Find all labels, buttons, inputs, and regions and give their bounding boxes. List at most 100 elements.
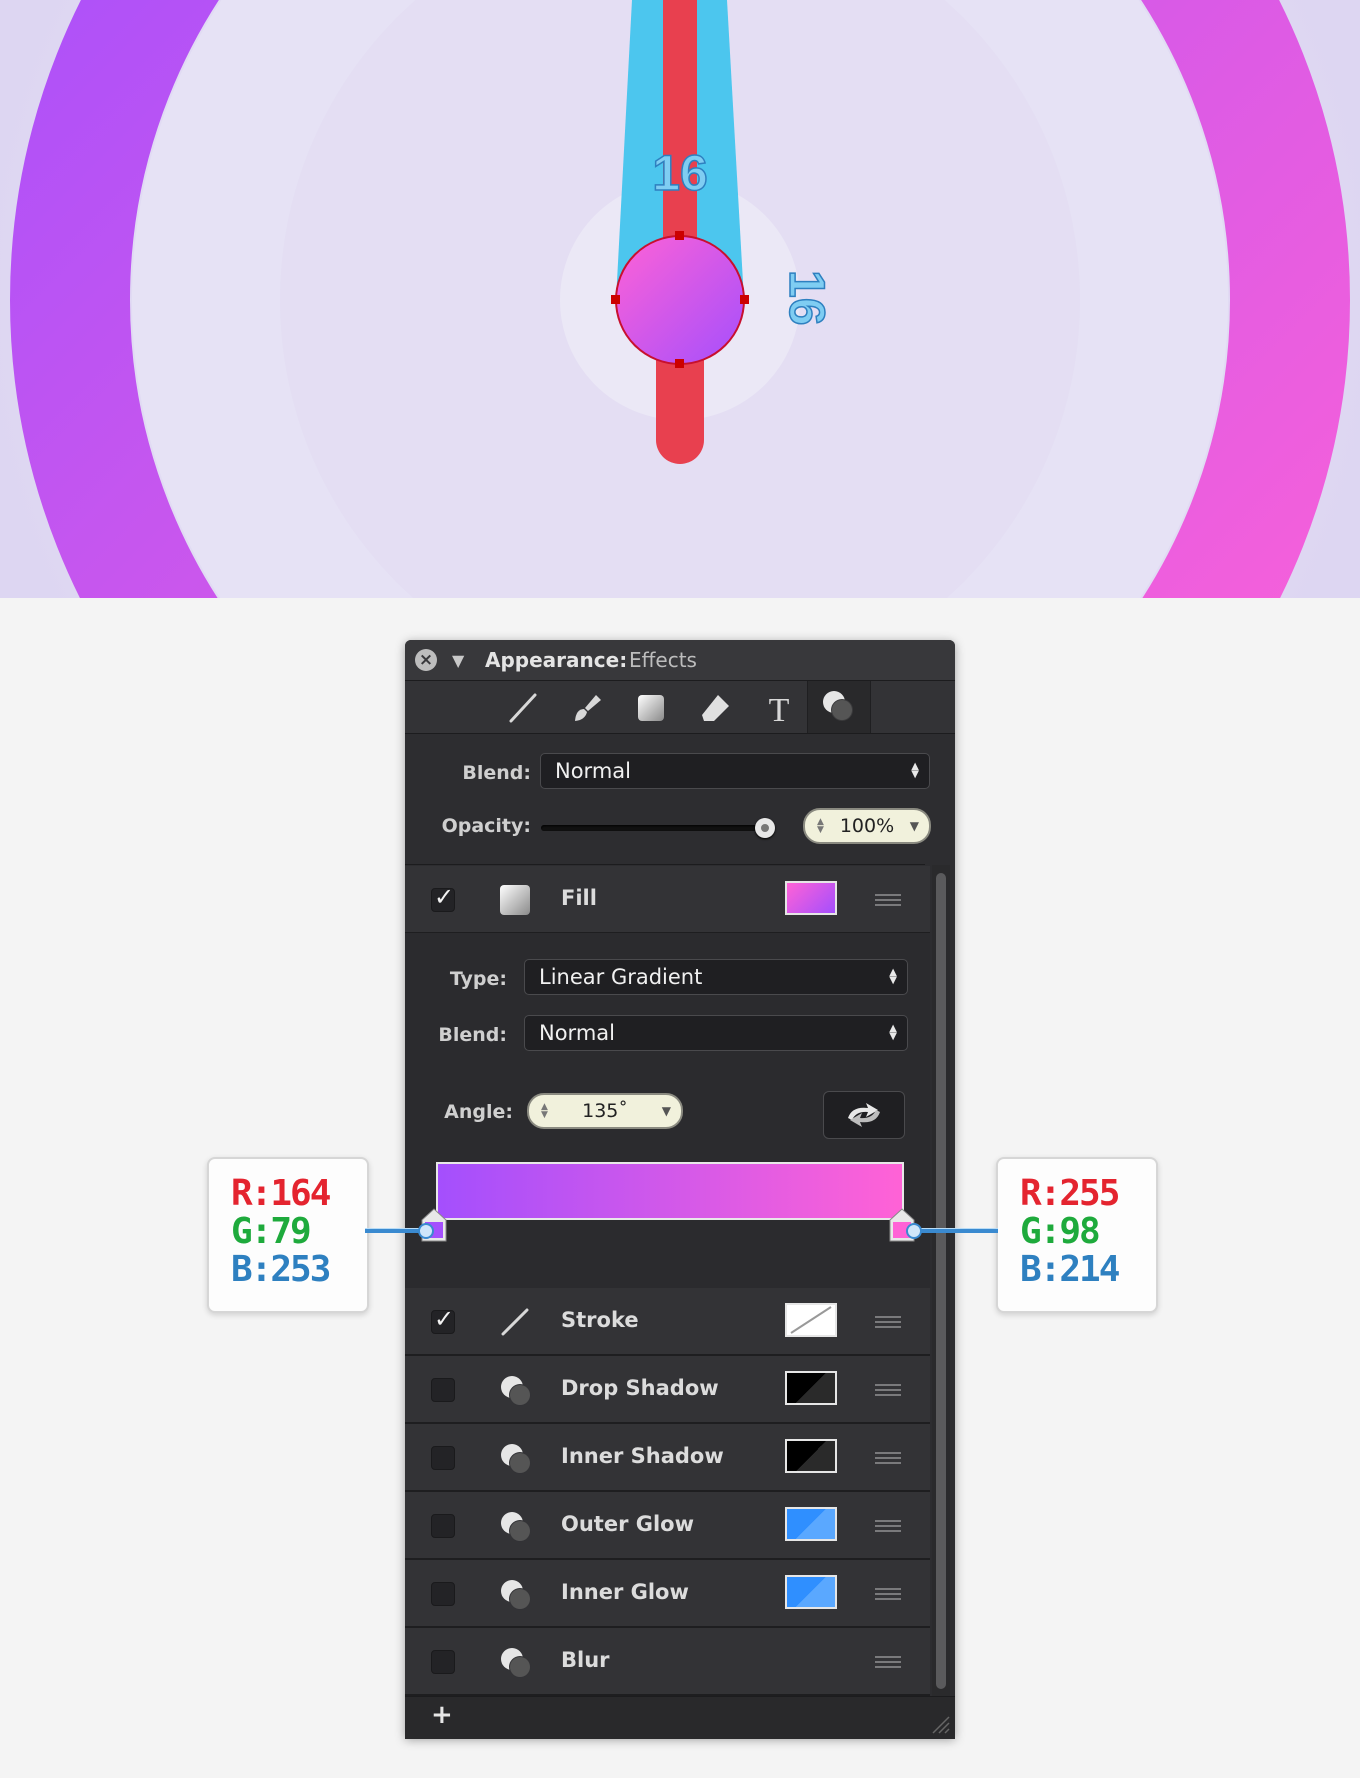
fill-blend-select-value: Normal: [539, 1021, 615, 1045]
inner-glow-color-swatch[interactable]: [785, 1575, 837, 1609]
panel-bottombar: +: [405, 1696, 955, 1739]
center-knob[interactable]: [615, 235, 745, 365]
reverse-gradient-button[interactable]: [823, 1091, 905, 1139]
measure-label-top: 16: [652, 145, 708, 201]
angle-stepper[interactable]: ▲ ▼ 135˚ ▼: [527, 1093, 683, 1129]
select-arrows-icon: ▲ ▼: [889, 967, 897, 986]
illustration: 16 16: [10, 0, 1350, 598]
checkmark-icon: ✓: [434, 883, 455, 911]
blend-select[interactable]: Normal ▲ ▼: [540, 753, 930, 789]
effects-icon: [499, 1510, 531, 1542]
opacity-label: Opacity:: [441, 815, 531, 837]
anchor-point-top[interactable]: [675, 231, 684, 240]
stepper-arrows-icon[interactable]: ▲ ▼: [817, 818, 824, 835]
add-effect-button[interactable]: +: [431, 1700, 453, 1730]
callout-red-value: R:164: [231, 1173, 331, 1214]
dropdown-arrow-icon[interactable]: ▼: [910, 819, 919, 833]
stroke-row[interactable]: ✓ Stroke: [405, 1288, 930, 1356]
inner-shadow-label: Inner Shadow: [561, 1444, 724, 1468]
callout-green-value: G:79: [231, 1211, 312, 1252]
select-arrows-icon: ▲ ▼: [889, 1023, 897, 1042]
opacity-slider-knob[interactable]: [755, 818, 775, 838]
outer-glow-color-swatch[interactable]: [785, 1507, 837, 1541]
callout-anchor-left: [418, 1223, 434, 1239]
opacity-stepper[interactable]: ▲ ▼ 100% ▼: [803, 808, 931, 844]
anchor-point-bottom[interactable]: [675, 359, 684, 368]
type-select-value: Linear Gradient: [539, 965, 703, 989]
close-button[interactable]: ×: [415, 649, 437, 671]
drop-shadow-color-swatch[interactable]: [785, 1371, 837, 1405]
opacity-value: 100%: [839, 815, 895, 837]
fill-checkbox[interactable]: ✓: [431, 883, 455, 912]
tool-tabs: T: [405, 681, 955, 734]
inner-shadow-checkbox[interactable]: [431, 1446, 455, 1470]
stroke-color-swatch[interactable]: [785, 1303, 837, 1337]
scrollbar-thumb[interactable]: [936, 873, 946, 1689]
drag-handle-icon[interactable]: [875, 1316, 901, 1328]
effects-icon: [499, 1578, 531, 1610]
stepper-arrows-icon[interactable]: ▲ ▼: [541, 1103, 548, 1120]
gradient-preview-bar[interactable]: [436, 1162, 904, 1220]
blend-label: Blend:: [462, 762, 531, 784]
fill-blend-label: Blend:: [438, 1024, 507, 1046]
inner-shadow-color-swatch[interactable]: [785, 1439, 837, 1473]
fill-blend-select[interactable]: Normal ▲ ▼: [524, 1015, 908, 1051]
inner-glow-checkbox[interactable]: [431, 1582, 455, 1606]
fill-tool-icon[interactable]: [627, 689, 675, 727]
checkmark-icon: ✓: [434, 1305, 455, 1333]
inner-shadow-row[interactable]: Inner Shadow: [405, 1424, 930, 1492]
fill-row[interactable]: ✓ Fill: [405, 866, 930, 934]
callout-blue-value: B:214: [1020, 1249, 1120, 1290]
scrollbar[interactable]: [932, 865, 950, 1697]
blur-row[interactable]: Blur: [405, 1628, 930, 1696]
drop-shadow-row[interactable]: Drop Shadow: [405, 1356, 930, 1424]
fill-icon: [499, 884, 531, 916]
drop-shadow-label: Drop Shadow: [561, 1376, 719, 1400]
drag-handle-icon[interactable]: [875, 894, 901, 906]
blur-checkbox[interactable]: [431, 1650, 455, 1674]
angle-value: 135˚: [582, 1100, 628, 1122]
callout-connector-right: [910, 1228, 998, 1233]
dropdown-arrow-icon[interactable]: ▼: [662, 1104, 671, 1118]
stroke-checkbox[interactable]: ✓: [431, 1305, 455, 1334]
resize-grip-icon[interactable]: [929, 1713, 951, 1735]
measure-label-right: 16: [779, 270, 835, 326]
appearance-panel: × ▼ Appearance: Effects T Blend: Normal …: [405, 640, 955, 1739]
panel-title: Appearance:: [485, 648, 628, 672]
svg-text:T: T: [769, 692, 790, 725]
disclosure-triangle-icon[interactable]: ▼: [452, 651, 464, 670]
callout-red-value: R:255: [1020, 1173, 1120, 1214]
effects-tool-icon[interactable]: [807, 681, 871, 733]
drop-shadow-checkbox[interactable]: [431, 1378, 455, 1402]
callout-connector-left: [365, 1228, 423, 1233]
stroke-tool-icon[interactable]: [499, 689, 547, 727]
opacity-slider[interactable]: [541, 818, 775, 838]
drag-handle-icon[interactable]: [875, 1520, 901, 1532]
outer-glow-checkbox[interactable]: [431, 1514, 455, 1538]
brush-tool-icon[interactable]: [563, 689, 611, 727]
drag-handle-icon[interactable]: [875, 1452, 901, 1464]
type-select[interactable]: Linear Gradient ▲ ▼: [524, 959, 908, 995]
angle-label: Angle:: [444, 1101, 513, 1123]
blur-label: Blur: [561, 1648, 610, 1672]
callout-green-value: G:98: [1020, 1211, 1101, 1252]
text-tool-icon[interactable]: T: [755, 689, 803, 727]
panel-subtitle: Effects: [629, 648, 697, 672]
stroke-icon: [499, 1306, 531, 1338]
anchor-point-right[interactable]: [740, 295, 749, 304]
fill-color-swatch[interactable]: [785, 881, 837, 915]
type-label: Type:: [449, 968, 507, 990]
outer-glow-row[interactable]: Outer Glow: [405, 1492, 930, 1560]
inner-glow-row[interactable]: Inner Glow: [405, 1560, 930, 1628]
fill-label: Fill: [561, 886, 597, 910]
panel-titlebar: × ▼ Appearance: Effects: [405, 640, 955, 681]
callout-anchor-right: [906, 1223, 922, 1239]
anchor-point-left[interactable]: [611, 295, 620, 304]
color-callout-right: R:255 G:98 B:214: [996, 1157, 1158, 1313]
drag-handle-icon[interactable]: [875, 1384, 901, 1396]
drag-handle-icon[interactable]: [875, 1656, 901, 1668]
eraser-tool-icon[interactable]: [691, 689, 739, 727]
outer-glow-label: Outer Glow: [561, 1512, 695, 1536]
artboard-canvas: 16 16: [0, 0, 1360, 598]
drag-handle-icon[interactable]: [875, 1588, 901, 1600]
